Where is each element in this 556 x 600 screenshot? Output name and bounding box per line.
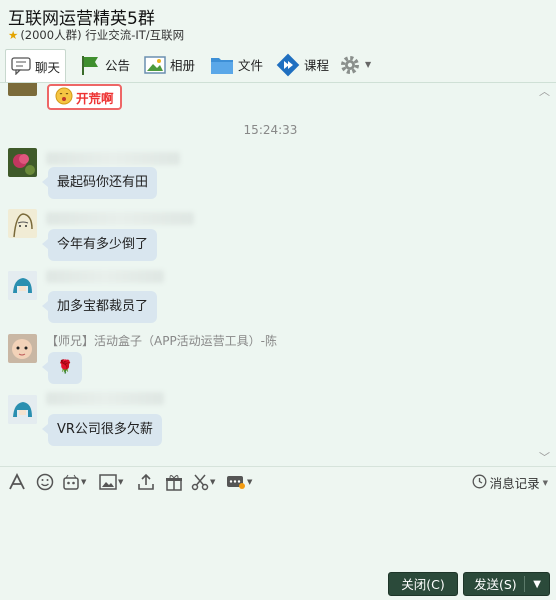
screenshot-scissors-icon[interactable]: ▼ xyxy=(191,473,215,491)
course-play-icon xyxy=(276,53,300,77)
tab-course[interactable]: 课程 xyxy=(271,49,334,80)
message-bubble[interactable]: 🌹 xyxy=(41,352,83,384)
gift-icon[interactable] xyxy=(165,473,183,491)
send-options-chevron-icon[interactable]: ▼ xyxy=(533,573,541,597)
avatar[interactable] xyxy=(8,334,37,363)
message-bubble[interactable]: 最起码你还有田 xyxy=(41,167,158,199)
chevron-down-icon: ▼ xyxy=(210,478,216,486)
member-count: (2000人群) xyxy=(20,28,82,42)
input-toolbar: ▼ ▼ ▼ ▼ 消息记录 ▼ xyxy=(0,466,556,497)
emoji-icon[interactable] xyxy=(36,473,54,491)
rose-emoji: 🌹 xyxy=(57,360,74,375)
message-bubble[interactable]: 今年有多少倒了 xyxy=(41,229,158,261)
tab-files-label: 文件 xyxy=(238,58,264,73)
chevron-down-icon: ▼ xyxy=(247,478,253,486)
sender-name-redacted xyxy=(46,212,194,225)
tab-album[interactable]: 相册 xyxy=(139,49,200,80)
tab-files[interactable]: 文件 xyxy=(205,49,268,80)
chevron-down-icon: ▼ xyxy=(81,478,87,486)
magic-expression-icon[interactable]: ▼ xyxy=(62,473,86,491)
close-button[interactable]: 关闭(C) xyxy=(388,572,458,596)
chat-bubble-icon xyxy=(11,57,31,75)
settings-menu[interactable]: ▼ xyxy=(334,49,376,80)
chat-history[interactable]: ︿ 开荒啊 15:24:33 最起码你还有田 今年有多少倒了 加多宝都裁员了 【… xyxy=(0,83,556,466)
group-info: ★ (2000人群) 行业交流-IT/互联网 xyxy=(8,27,184,43)
send-button[interactable]: 发送(S) ▼ xyxy=(463,572,550,596)
group-category[interactable]: 行业交流-IT/互联网 xyxy=(85,28,184,42)
font-icon[interactable] xyxy=(8,473,26,491)
title-bar: 互联网运营精英5群 ★ (2000人群) 行业交流-IT/互联网 xyxy=(0,0,556,46)
flag-icon xyxy=(79,54,101,76)
tab-announcement[interactable]: 公告 xyxy=(74,49,135,80)
image-icon[interactable]: ▼ xyxy=(99,473,123,491)
scroll-up-icon[interactable]: ︿ xyxy=(539,83,550,99)
avatar[interactable] xyxy=(8,209,37,238)
message-input[interactable] xyxy=(0,496,556,566)
folder-icon xyxy=(210,55,234,75)
emoji-face-icon xyxy=(55,87,73,108)
send-button-label: 发送(S) xyxy=(474,577,517,592)
tab-bar: 聊天 公告 相册 文件 课程 ▼ xyxy=(0,46,556,83)
upload-file-icon[interactable] xyxy=(137,473,155,491)
message-bubble[interactable]: VR公司很多欠薪 xyxy=(42,414,162,446)
send-options-divider xyxy=(524,576,525,592)
sticker-message: 开荒啊 xyxy=(47,84,122,110)
message-history-button[interactable]: 消息记录 ▼ xyxy=(472,473,548,492)
avatar[interactable] xyxy=(8,395,37,424)
message-history-label: 消息记录 xyxy=(489,476,540,491)
sender-name-redacted xyxy=(46,270,164,283)
gear-icon xyxy=(339,54,361,76)
sender-name[interactable]: 【师兄】活动盒子（APP活动运营工具）-陈 xyxy=(46,332,277,349)
tab-chat-label: 聊天 xyxy=(35,59,61,75)
avatar[interactable] xyxy=(8,83,37,96)
more-apps-icon[interactable]: ▼ xyxy=(226,473,252,491)
message-bubble[interactable]: 加多宝都裁员了 xyxy=(41,291,158,323)
chevron-down-icon: ▼ xyxy=(118,478,124,486)
tab-course-label: 课程 xyxy=(304,58,330,73)
chevron-down-icon: ▼ xyxy=(365,60,372,69)
tab-album-label: 相册 xyxy=(170,58,196,73)
clock-icon xyxy=(472,474,487,492)
chevron-down-icon: ▼ xyxy=(542,478,548,487)
tab-chat[interactable]: 聊天 xyxy=(5,49,67,82)
group-title: 互联网运营精英5群 xyxy=(8,9,155,29)
photo-icon xyxy=(144,55,166,75)
avatar[interactable] xyxy=(8,271,37,300)
scroll-down-icon[interactable]: ﹀ xyxy=(539,449,550,465)
message-timestamp: 15:24:33 xyxy=(243,123,298,137)
sender-name-redacted xyxy=(46,392,164,405)
sender-name-redacted xyxy=(46,152,180,165)
avatar[interactable] xyxy=(8,148,37,177)
tab-announcement-label: 公告 xyxy=(105,58,131,73)
sticker-text: 开荒啊 xyxy=(76,90,114,106)
star-icon: ★ xyxy=(8,28,19,42)
